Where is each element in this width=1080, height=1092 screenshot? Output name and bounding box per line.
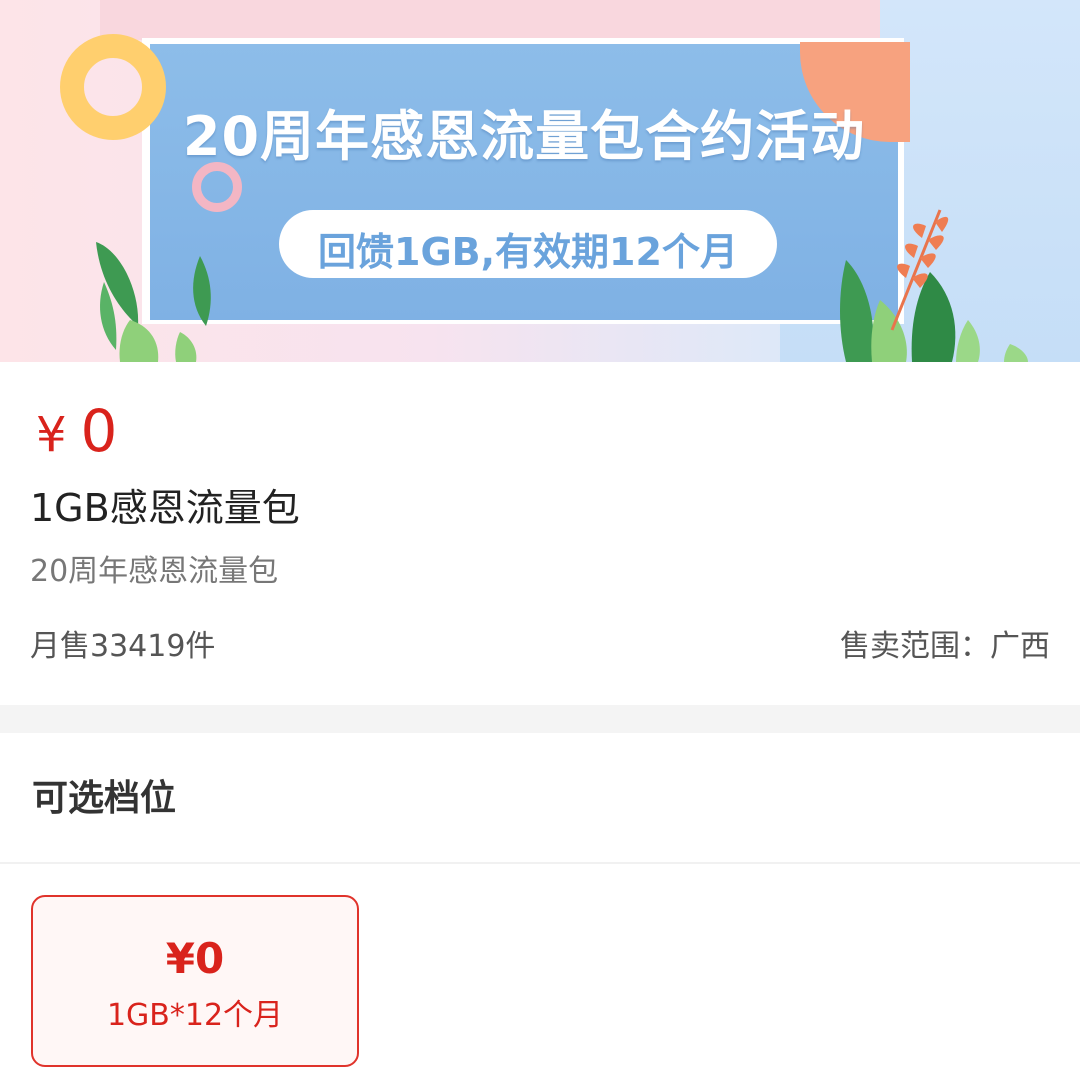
product-subtitle: 20周年感恩流量包: [30, 554, 279, 589]
option-spec: 1GB*12个月: [106, 998, 284, 1033]
sales-region: 售卖范围：广西: [840, 629, 1050, 664]
divider: [0, 862, 1080, 864]
options-section-title: 可选档位: [32, 778, 177, 819]
product-title: 1GB感恩流量包: [30, 486, 300, 530]
option-price: ¥0: [165, 934, 225, 983]
product-price: ¥0: [36, 398, 117, 468]
currency-symbol: ¥: [36, 407, 67, 463]
monthly-sales: 月售33419件: [30, 629, 216, 664]
option-card-1gb-12-months[interactable]: ¥0 1GB*12个月: [31, 895, 359, 1067]
leaf-decoration: [96, 209, 1028, 362]
banner-headline: 20周年感恩流量包合约活动: [182, 105, 866, 168]
section-divider: [0, 705, 1080, 733]
banner-subline: 回馈1GB,有效期12个月: [318, 230, 738, 274]
price-value: 0: [80, 397, 118, 465]
promo-banner: 20周年感恩流量包合约活动 回馈1GB,有效期12个月: [0, 0, 1080, 362]
